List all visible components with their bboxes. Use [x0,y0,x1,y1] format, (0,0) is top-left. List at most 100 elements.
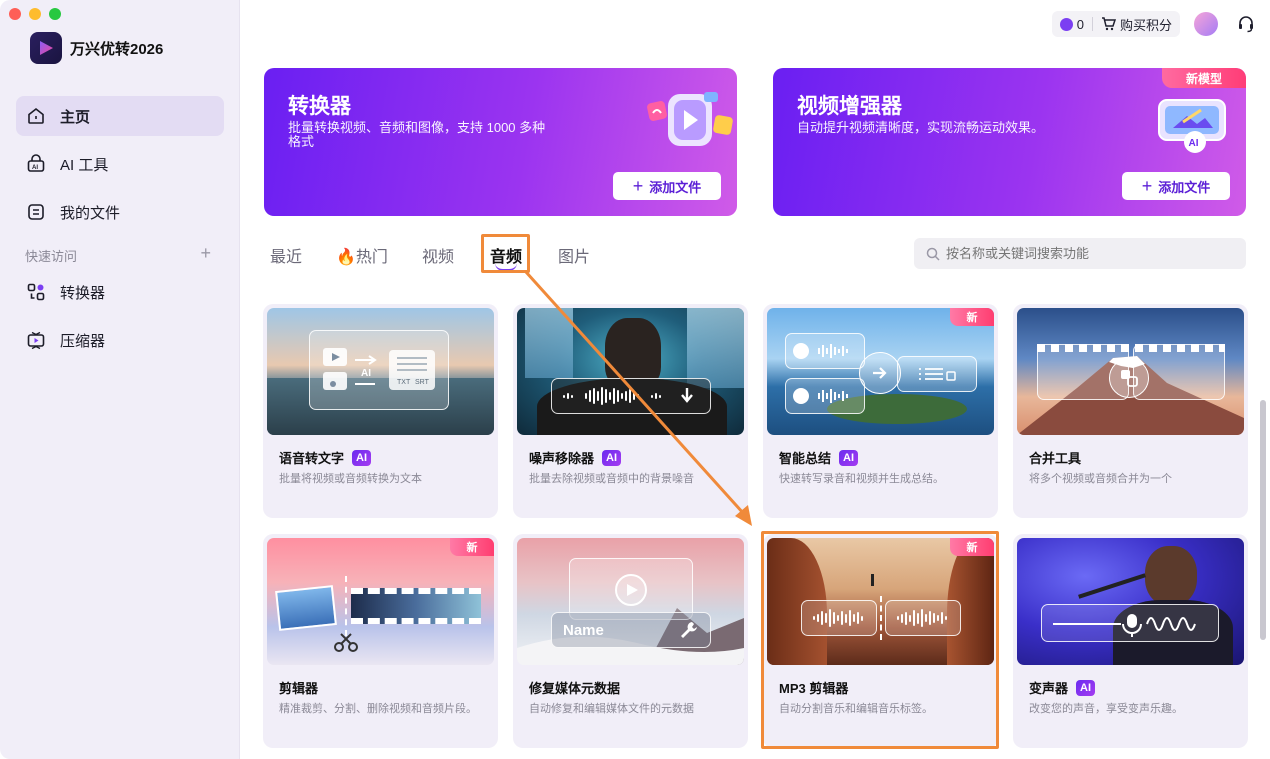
card-noise-remover[interactable]: 噪声移除器 AI 批量去除视频或音频中的背景噪音 [513,304,748,518]
name-field-label: Name [563,622,604,639]
search-input[interactable] [946,246,1226,261]
converter-illustration-icon [647,92,733,146]
ai-label: AI [361,368,371,379]
card-title: 剪辑器 [279,678,318,697]
tab-hot-label: 热门 [355,249,388,266]
zoom-window-button[interactable] [49,8,61,20]
sidebar-item-compressor[interactable]: 压缩器 [16,320,224,360]
card-thumbnail [517,308,744,435]
srt-label: SRT [415,379,430,386]
user-avatar[interactable] [1194,12,1218,36]
scrollbar[interactable] [1260,400,1266,640]
quick-access-header: 快速访问 + [25,244,211,265]
sidebar-item-home[interactable]: 主页 [16,96,224,136]
svg-text:AI: AI [32,165,38,171]
card-title-text: 变声器 [1029,681,1069,696]
tab-image[interactable]: 图片 [558,243,590,267]
card-title: 修复媒体元数据 [529,678,620,697]
plus-icon: + [632,176,644,196]
card-smart-summary[interactable]: 新 智能总结 AI 快速转写录音和视频并生成总结。 [763,304,998,518]
points-balance[interactable]: 0 购买积分 [1051,11,1180,37]
card-description: 自动修复和编辑媒体文件的元数据 [529,703,694,715]
feature-search[interactable] [914,238,1246,269]
tab-video[interactable]: 视频 [422,243,454,267]
txt-label: TXT [397,379,411,386]
card-voice-changer[interactable]: 变声器 AI 改变您的声音，享受变声乐趣。 [1013,534,1248,748]
new-badge: 新 [450,538,494,556]
converter-banner[interactable]: 转换器 批量转换视频、音频和图像，支持 1000 多种格式 + 添加文件 [264,68,737,216]
card-speech-to-text[interactable]: AI TXT SRT 语音转文字 AI 批量将视频或音频转换为文本 [263,304,498,518]
download-arrow-icon [681,388,693,403]
divider [1091,17,1093,31]
card-description: 将多个视频或音频合并为一个 [1029,473,1172,485]
card-title: 合并工具 [1029,448,1081,467]
card-editor[interactable]: 新 剪辑器 精准裁剪、分割、删除视频和音频片段。 [263,534,498,748]
add-file-label: 添加文件 [1158,179,1211,195]
card-title-text: MP3 剪辑器 [779,681,849,696]
banner-title: 转换器 [288,95,351,118]
sidebar-item-my-files[interactable]: 我的文件 [16,192,224,232]
points-coin-icon [1059,17,1073,31]
card-title-text: 智能总结 [779,451,832,466]
scissors-icon [334,633,358,652]
window-controls [9,8,61,20]
card-title: 智能总结 AI [779,448,859,467]
converter-icon [27,283,45,301]
card-title: 语音转文字 AI [279,448,372,467]
card-thumbnail [267,538,494,665]
card-title-text: 合并工具 [1029,451,1082,466]
tab-audio[interactable]: 音频 [490,243,522,271]
minimize-window-button[interactable] [29,8,41,20]
new-badge: 新 [950,538,994,556]
card-mp3-editor[interactable]: 新 MP3 剪辑器 自动分割音乐和编辑音乐标签。 [763,534,998,748]
tab-recent[interactable]: 最近 [270,243,302,267]
card-title-text: 噪声移除器 [529,451,595,466]
quick-access-label: 快速访问 [25,249,78,264]
compressor-icon [27,331,45,350]
card-thumbnail [1017,308,1244,435]
home-icon [28,107,44,124]
add-file-button[interactable]: + 添加文件 [613,172,721,200]
card-fix-metadata[interactable]: Name 修复媒体元数据 自动修复和编辑媒体文件的元数据 [513,534,748,748]
support-headset-icon[interactable] [1236,14,1256,34]
video-enhancer-banner[interactable]: 新模型 视频增强器 自动提升视频清晰度，实现流畅运动效果。 AI + 添加文件 [773,68,1246,216]
fire-icon: 🔥 [336,249,356,266]
plus-icon: + [1141,176,1153,196]
close-window-button[interactable] [9,8,21,20]
play-icon [627,584,638,596]
ai-badge-text: AI [1189,138,1199,149]
card-description: 快速转写录音和视频并生成总结。 [779,473,944,485]
speech-to-text-icon: AI TXT SRT [323,348,435,390]
card-thumbnail [1017,538,1244,665]
wrench-icon [681,622,697,638]
new-model-badge: 新模型 [1162,68,1246,88]
right-arrow-icon [873,367,887,379]
add-file-button[interactable]: + 添加文件 [1122,172,1230,200]
ai-badge: AI [839,449,859,466]
card-thumbnail: AI TXT SRT [267,308,494,435]
card-merger[interactable]: 合并工具 将多个视频或音频合并为一个 [1013,304,1248,518]
card-title: 噪声移除器 AI [529,448,622,467]
ai-badge: AI [1076,679,1096,696]
audio-waveform-icon [813,608,863,628]
app-logo-icon [30,32,62,64]
sidebar-item-ai-tools[interactable]: AI AI 工具 [16,144,224,184]
sidebar-item-label: 压缩器 [60,332,106,350]
card-title-text: 修复媒体元数据 [529,681,621,696]
card-thumbnail [767,538,994,665]
cart-icon [1101,17,1116,31]
card-description: 自动分割音乐和编辑音乐标签。 [779,703,933,715]
top-bar: 0 购买积分 [1051,11,1256,37]
card-thumbnail: Name [517,538,744,665]
sidebar-item-converter[interactable]: 转换器 [16,272,224,312]
voice-waveform-icon [793,343,848,404]
search-icon [926,247,940,261]
tab-hot[interactable]: 🔥热门 [336,243,388,267]
card-title: 变声器 AI [1029,678,1096,697]
add-file-label: 添加文件 [649,179,702,195]
card-title-text: 剪辑器 [279,681,319,696]
add-quick-access-button[interactable]: + [200,244,211,265]
ai-tools-icon: AI [27,154,45,172]
merge-icon [1121,370,1138,387]
buy-points-button[interactable]: 购买积分 [1120,15,1172,34]
